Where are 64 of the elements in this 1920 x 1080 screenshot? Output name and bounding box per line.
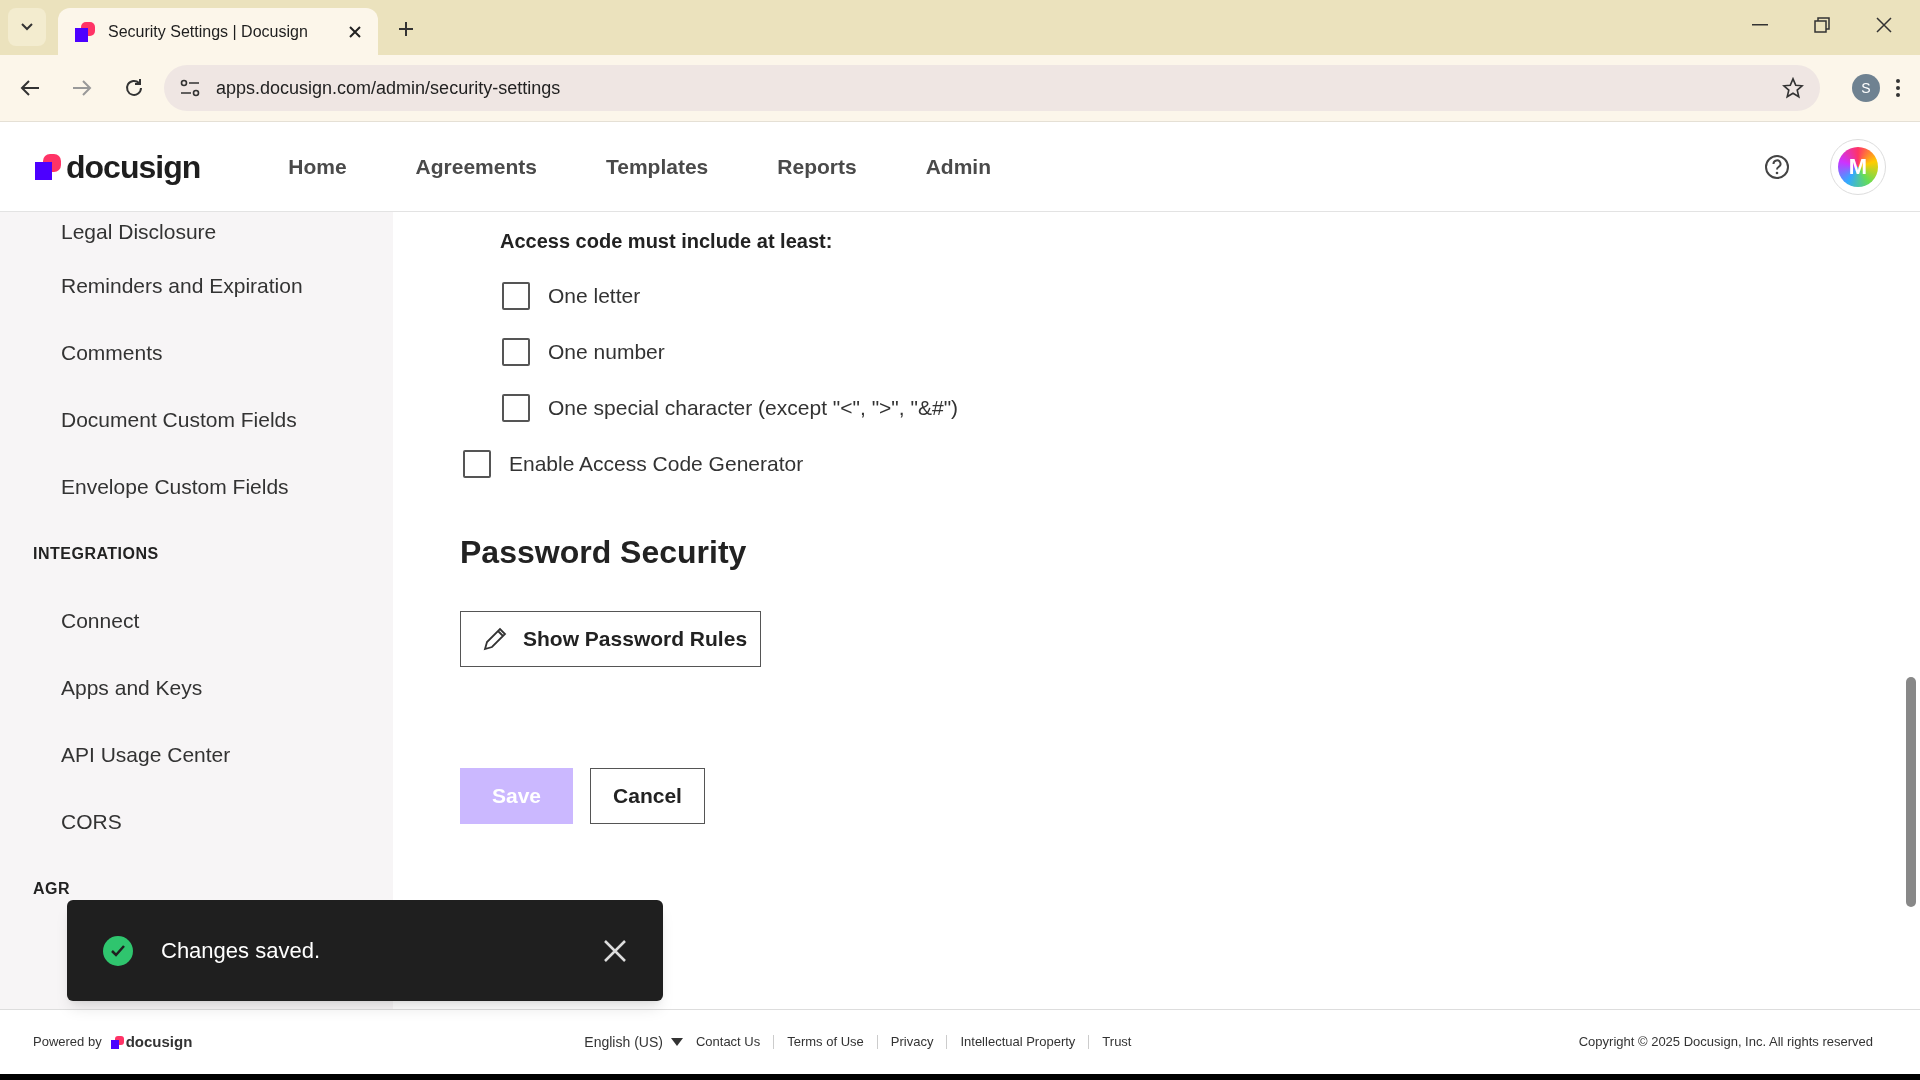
nav-link[interactable]: Reports bbox=[777, 150, 857, 183]
url-text: apps.docusign.com/admin/security-settings bbox=[216, 76, 562, 100]
back-icon[interactable] bbox=[20, 79, 40, 97]
toast-message: Changes saved. bbox=[161, 937, 321, 965]
address-bar[interactable]: apps.docusign.com/admin/security-settings bbox=[164, 65, 1820, 111]
checkbox-label: One letter bbox=[548, 283, 641, 310]
scrollbar[interactable] bbox=[1906, 677, 1916, 907]
footer-link[interactable]: Privacy bbox=[877, 1032, 947, 1052]
nav-link[interactable]: Home bbox=[288, 150, 347, 183]
checkbox[interactable] bbox=[502, 394, 530, 422]
sidebar-item[interactable]: API Usage Center bbox=[0, 721, 239, 788]
footer-link[interactable]: Trust bbox=[1089, 1032, 1145, 1052]
nav-link[interactable]: Admin bbox=[925, 150, 991, 183]
sidebar-item[interactable]: Legal Disclosure bbox=[0, 212, 225, 252]
star-icon[interactable] bbox=[1782, 77, 1804, 99]
close-icon[interactable] bbox=[1876, 17, 1892, 33]
reload-icon[interactable] bbox=[124, 78, 144, 98]
checkbox-label: One special character (except "<", ">", "&#") bbox=[548, 395, 959, 422]
success-icon bbox=[103, 935, 133, 966]
sidebar-item[interactable]: Document Custom Fields bbox=[0, 386, 305, 453]
section-heading: INTEGRATIONS bbox=[32, 543, 160, 564]
language-dropdown[interactable]: English (US) bbox=[584, 1031, 683, 1053]
help-icon[interactable] bbox=[1764, 153, 1790, 180]
sidebar-item[interactable]: Reminders and Expiration bbox=[0, 252, 311, 319]
caret-icon bbox=[670, 1038, 683, 1046]
sidebar-item[interactable]: Connect bbox=[0, 587, 148, 654]
nav-link[interactable]: Templates bbox=[605, 150, 709, 183]
menu-icon[interactable] bbox=[1896, 79, 1900, 97]
footer-link[interactable]: Intellectual Property bbox=[947, 1032, 1089, 1052]
pencil-icon bbox=[481, 625, 509, 653]
minimize-icon[interactable] bbox=[1752, 24, 1768, 26]
logo-icon bbox=[74, 20, 96, 43]
section-heading: AGR bbox=[32, 878, 72, 899]
cancel-button[interactable]: Cancel bbox=[590, 768, 705, 824]
sidebar-item[interactable]: Envelope Custom Fields bbox=[0, 453, 297, 520]
site-settings-icon[interactable] bbox=[180, 79, 200, 97]
section-heading: Password Security bbox=[460, 533, 747, 572]
logo-icon bbox=[34, 152, 62, 181]
chevron-down-icon bbox=[20, 22, 34, 32]
checkbox[interactable] bbox=[502, 338, 530, 366]
checkbox-label: One number bbox=[548, 339, 665, 366]
sidebar-item[interactable]: CORS bbox=[0, 788, 130, 855]
checkbox[interactable] bbox=[502, 282, 530, 310]
profile-avatar[interactable]: S bbox=[1852, 74, 1880, 102]
logo-text[interactable]: docusign bbox=[66, 142, 201, 191]
sidebar-item[interactable]: Comments bbox=[0, 319, 171, 386]
logo-text: docusign bbox=[125, 1031, 193, 1052]
powered-by-text: Powered by bbox=[33, 1033, 102, 1052]
forward-icon[interactable] bbox=[72, 79, 92, 97]
footer-link[interactable]: Contact Us bbox=[682, 1032, 774, 1052]
sidebar-item[interactable]: Apps and Keys bbox=[0, 654, 211, 721]
close-icon[interactable] bbox=[348, 24, 362, 39]
tab-title: Security Settings | Docusign bbox=[108, 21, 309, 42]
browser-tab[interactable]: Security Settings | Docusign bbox=[58, 8, 378, 55]
show-password-rules-button[interactable]: Show Password Rules bbox=[460, 611, 761, 667]
new-tab-icon[interactable] bbox=[398, 21, 414, 37]
logo-icon bbox=[109, 1035, 124, 1049]
field-label: Access code must include at least: bbox=[499, 229, 834, 254]
footer-link[interactable]: Terms of Use bbox=[774, 1032, 877, 1052]
checkbox[interactable] bbox=[463, 450, 491, 478]
restore-icon[interactable] bbox=[1814, 17, 1830, 33]
copyright-text: Copyright © 2025 Docusign, Inc. All rights reserved bbox=[1578, 1033, 1873, 1052]
checkbox-label: Enable Access Code Generator bbox=[509, 451, 804, 478]
nav-link[interactable]: Agreements bbox=[415, 150, 537, 183]
